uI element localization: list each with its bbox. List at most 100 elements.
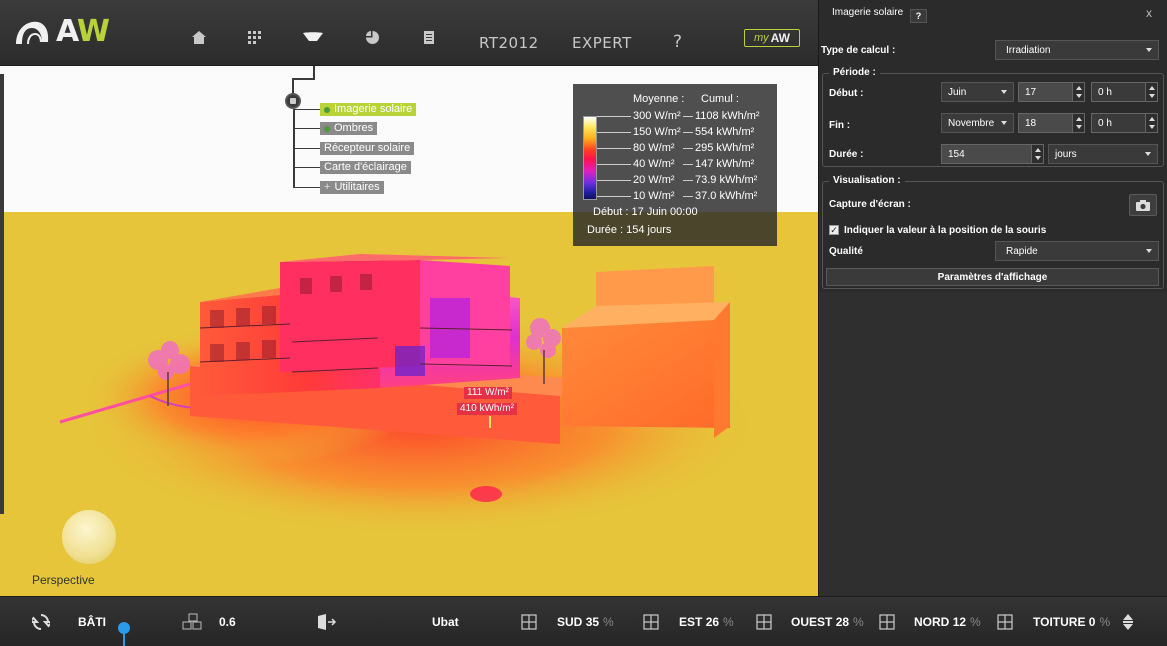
bati-tab[interactable]: BÂTI: [78, 597, 106, 646]
document-icon[interactable]: [422, 30, 436, 44]
sort-arrows-icon[interactable]: [1122, 597, 1134, 646]
legend-debut: Début : 17 Juin 00:00: [593, 206, 698, 218]
legend-dash: [683, 147, 693, 149]
nav-expert[interactable]: EXPERT: [572, 34, 632, 52]
irradiation-legend: Moyenne : Cumul : 300 W/m² 1108 kWh/m² 15…: [573, 84, 777, 246]
qualite-select[interactable]: Rapide: [995, 241, 1159, 261]
screenshot-button[interactable]: [1129, 194, 1157, 216]
debut-hour-value: 0 h: [1098, 86, 1112, 98]
legend-tick: [597, 195, 631, 197]
fin-hour-value: 0 h: [1098, 117, 1112, 129]
legend-avg: 300 W/m²: [633, 110, 681, 122]
legend-row: 40 W/m² 147 kWh/m²: [597, 156, 775, 172]
panel-empty-area: [819, 292, 1167, 596]
window-toiture-icon: [997, 597, 1013, 646]
legend-cum: 295 kWh/m²: [695, 142, 755, 154]
type-calcul-value: Irradiation: [1006, 44, 1051, 56]
tree-item-imagerie-solaire[interactable]: Imagerie solaire: [320, 103, 417, 116]
tree-branch: [293, 128, 320, 129]
view-mode-label[interactable]: Perspective: [32, 573, 95, 587]
tree-item-recepteur-solaire[interactable]: Récepteur solaire: [320, 142, 415, 155]
legend-tick: [597, 115, 631, 117]
tree-item-label: Récepteur solaire: [324, 142, 411, 154]
ubat-label[interactable]: Ubat: [432, 597, 459, 646]
debut-day-value: 17: [1025, 86, 1037, 98]
legend-dash: [683, 115, 693, 117]
indicate-value-checkbox[interactable]: ✓: [829, 225, 839, 235]
stepper-arrows-icon[interactable]: [1145, 83, 1157, 101]
duree-stepper[interactable]: 154: [941, 144, 1044, 164]
debut-month-select[interactable]: Juin: [941, 82, 1014, 102]
debut-day-stepper[interactable]: 17: [1018, 82, 1085, 102]
app-logo[interactable]: AW: [14, 14, 110, 49]
stepper-arrows-icon[interactable]: [1145, 114, 1157, 132]
refresh-icon[interactable]: [32, 597, 50, 646]
nav-rt2012[interactable]: RT2012: [479, 34, 539, 52]
legend-dash: [683, 179, 693, 181]
home-icon[interactable]: [190, 30, 208, 44]
duree-unit-value: jours: [1055, 148, 1077, 160]
chevron-down-icon: [1145, 152, 1151, 156]
display-params-button[interactable]: Paramètres d'affichage: [826, 268, 1159, 286]
myaw-my-label: my: [753, 32, 769, 44]
fin-hour-stepper[interactable]: 0 h: [1091, 113, 1158, 133]
duree-unit-select[interactable]: jours: [1048, 144, 1158, 164]
tree-item-ombres[interactable]: Ombres: [320, 122, 378, 135]
logo-letter-w: W: [76, 14, 110, 49]
pie-chart-icon[interactable]: [364, 30, 380, 44]
blocks-icon[interactable]: [182, 597, 204, 646]
fin-day-stepper[interactable]: 18: [1018, 113, 1085, 133]
fin-month-value: Novembre: [948, 117, 995, 129]
orientation-sud[interactable]: SUD 35%: [557, 597, 614, 646]
legend-avg: 150 W/m²: [633, 126, 681, 138]
debut-label: Début :: [829, 88, 864, 99]
3d-viewport[interactable]: Imagerie solaire Ombres Récepteur solair…: [0, 66, 818, 596]
tree-item-label: Ombres: [334, 122, 374, 134]
duree-label: Durée :: [829, 149, 864, 160]
legend-avg: 20 W/m²: [633, 174, 675, 186]
legend-tick: [597, 147, 631, 149]
tree-item-utilitaires[interactable]: + Utilitaires: [320, 181, 384, 194]
myaw-aw-label: AW: [770, 31, 790, 45]
orientation-label: OUEST: [791, 615, 833, 629]
capture-label: Capture d'écran :: [829, 199, 911, 210]
stepper-arrows-icon[interactable]: [1072, 83, 1084, 101]
active-dot-icon: [324, 125, 330, 132]
legend-avg: 10 W/m²: [633, 190, 675, 202]
debut-hour-stepper[interactable]: 0 h: [1091, 82, 1158, 102]
close-icon[interactable]: x: [1146, 6, 1152, 20]
fin-month-select[interactable]: Novembre: [941, 113, 1014, 133]
orientation-value: 35: [585, 615, 600, 629]
app-window: AW RT2012 EXPERT ? my AW Imagerie solair…: [0, 0, 1167, 646]
tree-root-toggle[interactable]: [285, 93, 301, 109]
orientation-label: TOITURE: [1033, 615, 1086, 629]
compactness-value: 0.6: [219, 615, 236, 629]
export-icon[interactable]: [316, 597, 338, 646]
logo-wordmark: AW: [56, 14, 110, 49]
legend-tick: [597, 131, 631, 133]
orientation-toiture[interactable]: TOITURE 0%: [1033, 597, 1110, 646]
legend-duree: Durée : 154 jours: [587, 224, 672, 236]
panel-help-button[interactable]: ?: [910, 9, 927, 23]
orientation-ouest[interactable]: OUEST 28%: [791, 597, 864, 646]
orientation-nord[interactable]: NORD 12%: [914, 597, 981, 646]
orientation-est[interactable]: EST 26%: [679, 597, 734, 646]
solar-imaging-panel: Imagerie solaire ? x Type de calcul : Ir…: [818, 0, 1167, 596]
tree-item-label: Imagerie solaire: [334, 103, 413, 115]
legend-avg: 40 W/m²: [633, 158, 675, 170]
type-calcul-select[interactable]: Irradiation: [995, 40, 1159, 60]
stepper-arrows-icon[interactable]: [1031, 145, 1043, 163]
indicate-value-label: Indiquer la valeur à la position de la s…: [844, 225, 1047, 236]
grid-icon[interactable]: [246, 30, 264, 44]
tree-item-carte-eclairage[interactable]: Carte d'éclairage: [320, 161, 411, 174]
tree-branch: [293, 187, 320, 188]
tree-connector: [292, 78, 294, 94]
myaw-button[interactable]: my AW: [744, 29, 800, 47]
nav-help[interactable]: ?: [673, 32, 683, 52]
orbit-compass-icon[interactable]: [62, 510, 116, 564]
stepper-arrows-icon[interactable]: [1072, 114, 1084, 132]
type-calcul-label: Type de calcul :: [821, 45, 896, 56]
camera-icon: [1136, 199, 1150, 211]
solar-icon[interactable]: [302, 30, 324, 44]
legend-cum: 554 kWh/m²: [695, 126, 755, 138]
